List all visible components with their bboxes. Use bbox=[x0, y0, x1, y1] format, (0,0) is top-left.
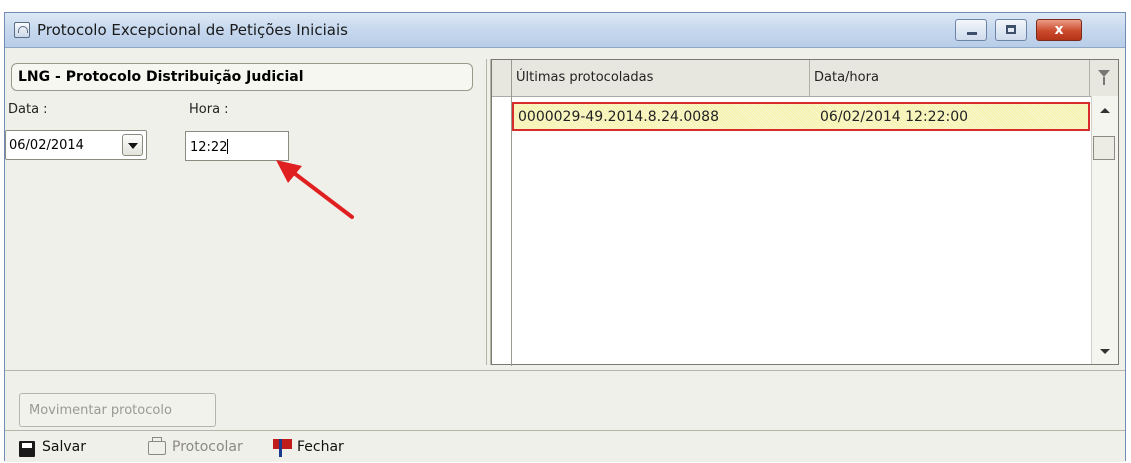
column-header-data-hora[interactable]: Data/hora bbox=[810, 60, 1090, 96]
data-value: 06/02/2014 bbox=[9, 138, 84, 153]
column-header-ultimas[interactable]: Últimas protocoladas bbox=[512, 60, 810, 96]
close-icon: x bbox=[1054, 22, 1064, 38]
left-pane: LNG - Protocolo Distribuição Judicial Da… bbox=[5, 47, 483, 355]
protocolar-button[interactable]: Protocolar bbox=[172, 439, 243, 455]
vertical-scrollbar[interactable] bbox=[1091, 96, 1118, 364]
data-field[interactable]: 06/02/2014 bbox=[5, 130, 147, 160]
minimize-button[interactable] bbox=[955, 19, 987, 41]
filter-icon[interactable] bbox=[1098, 68, 1110, 86]
hora-value: 12:22 bbox=[190, 140, 228, 155]
save-icon[interactable] bbox=[19, 441, 35, 457]
bottom-toolbar: Salvar Protocolar Fechar bbox=[5, 431, 1125, 462]
table-row[interactable]: 0000029-49.2014.8.24.0088 06/02/2014 12:… bbox=[512, 102, 1090, 131]
title-bar: Protocolo Excepcional de Petições Inicia… bbox=[5, 13, 1125, 48]
hora-field[interactable]: 12:22 bbox=[185, 131, 289, 161]
data-label: Data : bbox=[8, 102, 48, 117]
close-button[interactable]: x bbox=[1036, 19, 1082, 41]
cell-data-hora: 06/02/2014 12:22:00 bbox=[820, 109, 969, 125]
printer-icon bbox=[148, 437, 166, 455]
app-icon bbox=[14, 22, 30, 38]
divider bbox=[5, 370, 1125, 371]
row-indicator-column bbox=[492, 60, 512, 366]
grid-header: Últimas protocoladas Data/hora bbox=[492, 60, 1118, 97]
maximize-button[interactable] bbox=[995, 19, 1027, 41]
flag-icon[interactable] bbox=[270, 439, 292, 457]
window-title: Protocolo Excepcional de Petições Inicia… bbox=[37, 21, 348, 39]
scroll-down-icon[interactable] bbox=[1100, 349, 1110, 354]
group-title: LNG - Protocolo Distribuição Judicial bbox=[11, 63, 473, 91]
protocol-grid: Últimas protocoladas Data/hora 0000029-4… bbox=[491, 59, 1119, 366]
movimentar-protocolo-button[interactable]: Movimentar protocolo bbox=[19, 393, 216, 427]
salvar-button[interactable]: Salvar bbox=[42, 439, 86, 455]
cell-protocolo: 0000029-49.2014.8.24.0088 bbox=[518, 109, 719, 125]
scroll-thumb[interactable] bbox=[1093, 136, 1115, 160]
chevron-down-icon[interactable] bbox=[122, 134, 143, 156]
fechar-button[interactable]: Fechar bbox=[297, 439, 344, 455]
hora-label: Hora : bbox=[189, 102, 229, 117]
maximize-icon bbox=[1006, 25, 1016, 34]
minimize-icon bbox=[967, 32, 977, 35]
app-window: Protocolo Excepcional de Petições Inicia… bbox=[4, 12, 1126, 462]
text-caret bbox=[227, 139, 229, 154]
scroll-up-icon[interactable] bbox=[1100, 108, 1110, 113]
